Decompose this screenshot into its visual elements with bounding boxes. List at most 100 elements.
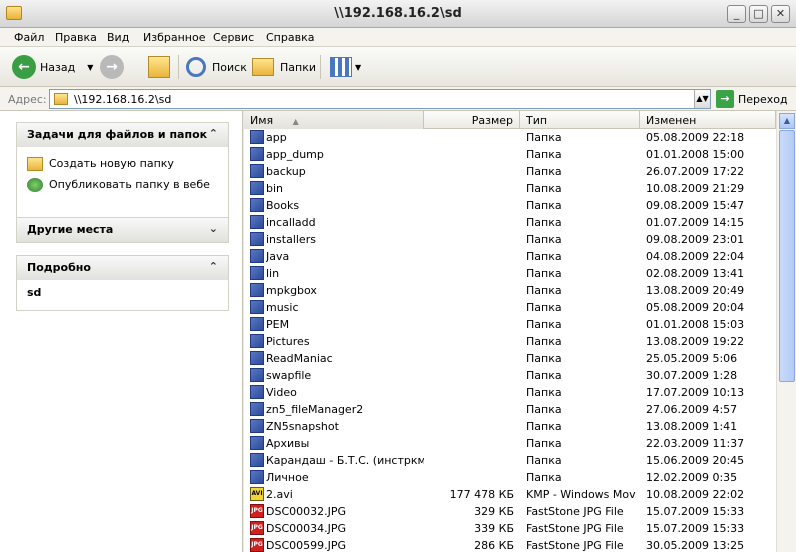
table-row[interactable]: Pictures Папка 13.08.2009 19:22 <box>244 333 776 350</box>
table-row[interactable]: lin Папка 02.08.2009 13:41 <box>244 265 776 282</box>
file-modified: 05.08.2009 22:18 <box>646 131 745 144</box>
table-row[interactable]: Java Папка 04.08.2009 22:04 <box>244 248 776 265</box>
file-type: Папка <box>526 420 562 433</box>
folder-icon <box>250 181 264 195</box>
table-row[interactable]: ZN5snapshot Папка 13.08.2009 1:41 <box>244 418 776 435</box>
avi-icon: AVI <box>250 487 264 501</box>
scroll-thumb[interactable] <box>779 130 795 382</box>
table-row[interactable]: Личное Папка 12.02.2009 0:35 <box>244 469 776 486</box>
file-modified: 15.07.2009 15:33 <box>646 505 745 518</box>
other-places-header[interactable]: Другие места ⌄ <box>17 218 228 242</box>
folder-icon <box>250 164 264 178</box>
folder-icon <box>250 453 264 467</box>
file-type: Папка <box>526 437 562 450</box>
title-bar: \\192.168.16.2\sd _ □ ✕ <box>0 0 796 28</box>
table-row[interactable]: incalladd Папка 01.07.2009 14:15 <box>244 214 776 231</box>
menu-file[interactable]: Файл <box>14 31 44 44</box>
menu-favorites[interactable]: Избранное <box>143 31 205 44</box>
table-row[interactable]: zn5_fileManager2 Папка 27.06.2009 4:57 <box>244 401 776 418</box>
details-title: Подробно <box>27 261 91 274</box>
scroll-up-button[interactable]: ▲ <box>779 113 795 129</box>
table-row[interactable]: JPG DSC00034.JPG 339 КБ FastStone JPG File 1… <box>244 520 776 537</box>
table-row[interactable]: installers Папка 09.08.2009 23:01 <box>244 231 776 248</box>
minimize-button[interactable]: _ <box>727 5 746 23</box>
file-name: app_dump <box>266 148 324 161</box>
task-new-folder[interactable]: Создать новую папку <box>27 153 218 174</box>
file-modified: 09.08.2009 15:47 <box>646 199 745 212</box>
file-modified: 01.01.2008 15:03 <box>646 318 745 331</box>
file-name: ZN5snapshot <box>266 420 339 433</box>
folder-icon <box>250 130 264 144</box>
up-folder-button[interactable] <box>148 53 170 81</box>
address-input[interactable]: \\192.168.16.2\sd ▲▼ <box>49 89 711 109</box>
file-name: app <box>266 131 287 144</box>
vertical-scrollbar[interactable]: ▲ <box>776 111 796 552</box>
column-header: Имя ▲ Размер Тип Изменен <box>244 111 776 129</box>
column-modified[interactable]: Изменен <box>640 111 776 129</box>
file-modified: 22.03.2009 11:37 <box>646 437 745 450</box>
file-modified: 30.07.2009 1:28 <box>646 369 738 382</box>
maximize-button[interactable]: □ <box>749 5 768 23</box>
folder-icon <box>250 436 264 450</box>
menu-edit[interactable]: Правка <box>55 31 97 44</box>
table-row[interactable]: bin Папка 10.08.2009 21:29 <box>244 180 776 197</box>
table-row[interactable]: AVI 2.avi 177 478 КБ KMP - Windows Mov... 10… <box>244 486 776 503</box>
address-dropdown-button[interactable]: ▲▼ <box>694 90 710 108</box>
file-modified: 02.08.2009 13:41 <box>646 267 745 280</box>
folder-icon <box>250 198 264 212</box>
table-row[interactable]: Карандаш - Б.Т.С. (инстркм... Папка 15.06.… <box>244 452 776 469</box>
table-row[interactable]: Video Папка 17.07.2009 10:13 <box>244 384 776 401</box>
file-type: Папка <box>526 131 562 144</box>
table-row[interactable]: Архивы Папка 22.03.2009 11:37 <box>244 435 776 452</box>
file-modified: 15.07.2009 15:33 <box>646 522 745 535</box>
file-modified: 12.02.2009 0:35 <box>646 471 738 484</box>
file-type: Папка <box>526 403 562 416</box>
search-button[interactable]: Поиск <box>186 53 247 81</box>
file-name: Карандаш - Б.Т.С. (инстркм... <box>266 454 424 467</box>
back-button[interactable]: ← Назад ▼ <box>12 53 93 81</box>
tasks-panel-header[interactable]: Задачи для файлов и папок ⌃ <box>17 123 228 147</box>
table-row[interactable]: swapfile Папка 30.07.2009 1:28 <box>244 367 776 384</box>
table-row[interactable]: music Папка 05.08.2009 20:04 <box>244 299 776 316</box>
table-row[interactable]: app Папка 05.08.2009 22:18 <box>244 129 776 146</box>
menu-tools[interactable]: Сервис <box>213 31 254 44</box>
file-modified: 09.08.2009 23:01 <box>646 233 745 246</box>
expand-icon[interactable]: ⌄ <box>209 222 218 235</box>
table-row[interactable]: Books Папка 09.08.2009 15:47 <box>244 197 776 214</box>
column-name[interactable]: Имя ▲ <box>244 111 424 129</box>
menu-help[interactable]: Справка <box>266 31 314 44</box>
file-modified: 17.07.2009 10:13 <box>646 386 745 399</box>
folder-icon <box>250 470 264 484</box>
file-name: installers <box>266 233 316 246</box>
close-button[interactable]: ✕ <box>771 5 790 23</box>
file-name: Video <box>266 386 297 399</box>
globe-icon <box>27 177 43 192</box>
forward-button[interactable]: → <box>100 53 124 81</box>
chevron-down-icon[interactable]: ▼ <box>87 63 93 72</box>
column-size[interactable]: Размер <box>424 111 520 129</box>
menu-view[interactable]: Вид <box>107 31 129 44</box>
column-type[interactable]: Тип <box>520 111 640 129</box>
folder-icon <box>250 334 264 348</box>
table-row[interactable]: PEM Папка 01.01.2008 15:03 <box>244 316 776 333</box>
details-header[interactable]: Подробно ⌃ <box>17 256 228 280</box>
collapse-icon[interactable]: ⌃ <box>209 127 218 140</box>
views-button[interactable]: ▼ <box>330 53 361 81</box>
table-row[interactable]: mpkgbox Папка 13.08.2009 20:49 <box>244 282 776 299</box>
table-row[interactable]: backup Папка 26.07.2009 17:22 <box>244 163 776 180</box>
table-row[interactable]: app_dump Папка 01.01.2008 15:00 <box>244 146 776 163</box>
views-icon <box>330 57 352 77</box>
collapse-icon[interactable]: ⌃ <box>209 260 218 273</box>
table-row[interactable]: JPG DSC00032.JPG 329 КБ FastStone JPG File 1… <box>244 503 776 520</box>
file-type: Папка <box>526 471 562 484</box>
folders-button[interactable]: Папки <box>252 53 316 81</box>
table-row[interactable]: ReadManiac Папка 25.05.2009 5:06 <box>244 350 776 367</box>
tasks-panel-title: Задачи для файлов и папок <box>27 128 208 141</box>
file-name: Books <box>266 199 300 212</box>
toolbar-separator <box>320 55 321 79</box>
file-size: 339 КБ <box>474 522 514 535</box>
table-row[interactable]: JPG DSC00599.JPG 286 КБ FastStone JPG File 3… <box>244 537 776 552</box>
file-type: FastStone JPG File <box>526 539 624 552</box>
go-button[interactable]: → Переход <box>716 90 788 108</box>
task-publish-web[interactable]: Опубликовать папку в вебе <box>27 174 218 195</box>
